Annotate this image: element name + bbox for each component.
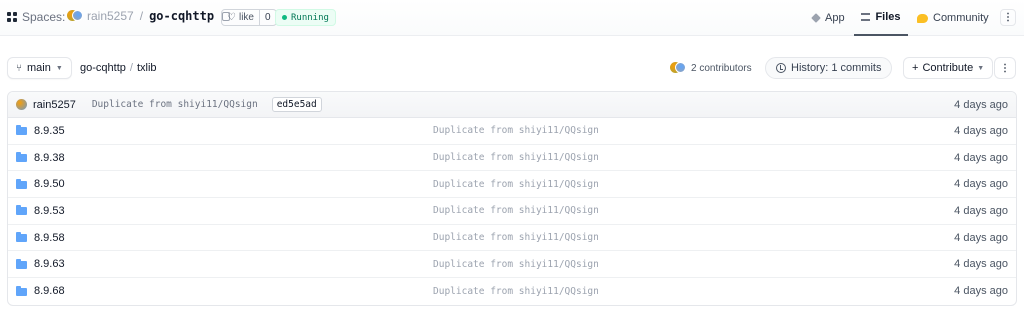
status-dot-icon — [282, 15, 287, 20]
row-time: 4 days ago — [954, 124, 1008, 137]
history-label: History: 1 commits — [791, 62, 882, 74]
tab-app[interactable]: App — [811, 0, 845, 36]
repo-name-link[interactable]: go-cqhttp — [149, 9, 214, 23]
commit-message-link[interactable]: Duplicate from shiyi11/QQsign — [92, 99, 258, 110]
table-row[interactable]: 8.9.38 Duplicate from shiyi11/QQsign 4 d… — [8, 145, 1016, 172]
spaces-logo-icon — [7, 12, 17, 22]
folder-icon — [16, 285, 27, 296]
row-time: 4 days ago — [954, 178, 1008, 191]
files-icon — [861, 13, 871, 21]
like-label-wrap: ♡ like — [222, 10, 259, 25]
folder-name-link[interactable]: 8.9.53 — [34, 205, 65, 217]
path-separator: / — [129, 62, 133, 74]
contributors-avatars — [670, 62, 686, 74]
toolbar-more-button[interactable]: ⋮ — [994, 57, 1016, 79]
breadcrumb-separator: / — [139, 9, 144, 23]
folder-name-link[interactable]: 8.9.50 — [34, 178, 65, 190]
contribute-button[interactable]: + Contribute ▼ — [903, 57, 994, 79]
row-commit-message[interactable]: Duplicate from shiyi11/QQsign — [433, 259, 599, 270]
table-row[interactable]: 8.9.58 Duplicate from shiyi11/QQsign 4 d… — [8, 225, 1016, 252]
row-time: 4 days ago — [954, 151, 1008, 164]
tab-community[interactable]: Community — [917, 0, 989, 36]
folder-icon — [16, 178, 27, 189]
owner-link[interactable]: rain5257 — [87, 9, 134, 23]
folder-icon — [16, 125, 27, 136]
tab-files-label: Files — [875, 11, 901, 23]
table-row[interactable]: 8.9.63 Duplicate from shiyi11/QQsign 4 d… — [8, 251, 1016, 279]
clock-icon — [776, 63, 786, 73]
contribute-label: Contribute — [922, 62, 974, 74]
row-time: 4 days ago — [954, 258, 1008, 271]
folder-name-link[interactable]: 8.9.35 — [34, 125, 65, 137]
row-time: 4 days ago — [954, 231, 1008, 244]
contributors-link[interactable]: 2 contributors — [670, 62, 752, 74]
row-commit-message[interactable]: Duplicate from shiyi11/QQsign — [433, 152, 599, 163]
tab-community-label: Community — [933, 12, 989, 24]
top-header: Spaces: rain5257 / go-cqhttp ♡ like 0 Run… — [0, 0, 1024, 36]
plus-icon: + — [912, 62, 919, 74]
owner-avatar — [67, 10, 83, 22]
folder-name-link[interactable]: 8.9.63 — [34, 258, 65, 270]
chevron-down-icon: ▼ — [55, 64, 63, 72]
folder-icon — [16, 205, 27, 216]
history-button[interactable]: History: 1 commits — [765, 57, 893, 79]
branch-selector[interactable]: ⑂ main ▼ — [7, 57, 72, 79]
spaces-label: Spaces: — [22, 10, 66, 24]
table-row[interactable]: 8.9.53 Duplicate from shiyi11/QQsign 4 d… — [8, 198, 1016, 225]
folder-icon — [16, 152, 27, 163]
folder-icon — [16, 232, 27, 243]
status-label: Running — [291, 12, 329, 23]
like-count[interactable]: 0 — [258, 10, 276, 25]
row-commit-message[interactable]: Duplicate from shiyi11/QQsign — [433, 179, 599, 190]
commit-author-link[interactable]: rain5257 — [33, 99, 76, 111]
status-badge[interactable]: Running — [275, 9, 336, 26]
row-commit-message[interactable]: Duplicate from shiyi11/QQsign — [433, 125, 599, 136]
tab-app-label: App — [825, 12, 845, 24]
more-options-button[interactable]: ⋮ — [1000, 9, 1016, 26]
folder-name-link[interactable]: 8.9.58 — [34, 232, 65, 244]
branch-icon: ⑂ — [16, 62, 22, 74]
path-current[interactable]: txlib — [137, 62, 157, 74]
commit-time: 4 days ago — [954, 98, 1008, 111]
avatar — [16, 99, 27, 110]
table-row[interactable]: 8.9.35 Duplicate from shiyi11/QQsign 4 d… — [8, 118, 1016, 145]
cube-icon — [811, 13, 821, 23]
heart-icon: ♡ — [227, 12, 236, 23]
folder-icon — [16, 258, 27, 269]
row-time: 4 days ago — [954, 204, 1008, 217]
row-commit-message[interactable]: Duplicate from shiyi11/QQsign — [433, 232, 599, 243]
table-row[interactable]: 8.9.50 Duplicate from shiyi11/QQsign 4 d… — [8, 171, 1016, 199]
contributors-label: 2 contributors — [691, 62, 752, 74]
file-path-breadcrumb: go-cqhttp / txlib — [80, 62, 157, 74]
row-commit-message[interactable]: Duplicate from shiyi11/QQsign — [433, 286, 599, 297]
table-row[interactable]: 8.9.68 Duplicate from shiyi11/QQsign 4 d… — [8, 278, 1016, 305]
spaces-link[interactable]: Spaces: — [7, 10, 65, 24]
tab-files[interactable]: Files — [854, 0, 908, 36]
last-commit-row: rain5257 Duplicate from shiyi11/QQsign e… — [8, 92, 1016, 118]
repo-breadcrumb: rain5257 / go-cqhttp — [67, 9, 231, 23]
branch-name: main — [27, 62, 51, 74]
folder-name-link[interactable]: 8.9.68 — [34, 285, 65, 297]
row-time: 4 days ago — [954, 285, 1008, 298]
commit-hash-link[interactable]: ed5e5ad — [271, 97, 322, 112]
row-commit-message[interactable]: Duplicate from shiyi11/QQsign — [433, 205, 599, 216]
folder-name-link[interactable]: 8.9.38 — [34, 152, 65, 164]
chat-bubble-icon — [917, 13, 928, 23]
path-root-link[interactable]: go-cqhttp — [80, 62, 126, 74]
file-table: rain5257 Duplicate from shiyi11/QQsign e… — [7, 91, 1017, 306]
like-button[interactable]: ♡ like 0 — [221, 9, 277, 26]
like-label: like — [238, 12, 254, 23]
chevron-down-icon: ▼ — [977, 64, 985, 72]
